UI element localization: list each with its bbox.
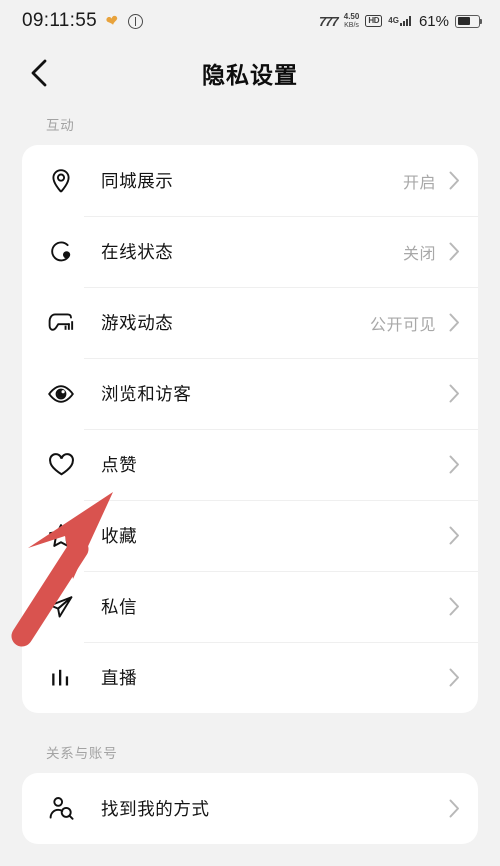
row-label: 直播 [101,668,138,688]
status-bar: 09:11:55 ❤ 777 4.50 KB/s HD 4G 61% [0,0,500,42]
battery-percent-label: 61% [418,12,449,30]
chevron-right-icon [449,526,460,545]
person-search-icon [44,796,78,821]
status-bar-right: 777 4.50 KB/s HD 4G 61% [319,12,483,30]
signal-strength-icon: 777 [319,13,339,29]
nav-bar: 隐私设置 [0,42,500,104]
settings-card-relationships: 找到我的方式 [22,773,478,844]
settings-card-interaction: 同城展示 开启 在线状态 关闭 游戏动态 公开可见 浏览和访客 点赞 收藏 私信… [22,145,478,713]
row-label: 游戏动态 [101,313,174,333]
row-value: 开启 [402,174,436,192]
row-direct-messages[interactable]: 私信 [22,571,478,642]
data-rate-indicator: 4.50 KB/s [343,12,360,29]
row-label: 同城展示 [101,171,174,191]
network-indicator: 4G [388,16,411,26]
chevron-right-icon [449,171,460,190]
online-status-icon [44,239,78,264]
page-title: 隐私设置 [202,62,298,88]
row-live-streaming[interactable]: 直播 [22,642,478,713]
row-favorites[interactable]: 收藏 [22,500,478,571]
chevron-right-icon [449,455,460,474]
live-bars-icon [44,667,78,689]
chevron-right-icon [449,799,460,818]
battery-icon [455,14,483,28]
row-game-activity[interactable]: 游戏动态 公开可见 [22,287,478,358]
data-rate-value: 4.50 [343,12,360,22]
status-time: 09:11:55 [22,10,97,31]
row-label: 浏览和访客 [101,384,192,404]
status-bar-left: 09:11:55 ❤ [22,10,143,32]
back-chevron-icon [31,59,47,87]
row-label: 私信 [101,597,138,617]
back-button[interactable] [22,56,56,90]
signal-bars-icon [399,16,411,26]
row-ways-to-find-me[interactable]: 找到我的方式 [22,773,478,844]
row-value: 公开可见 [369,316,436,334]
row-label: 收藏 [101,526,138,546]
gamepad-icon [44,312,78,333]
row-same-city-display[interactable]: 同城展示 开启 [22,145,478,216]
chevron-right-icon [449,668,460,687]
row-browsing-and-visitors[interactable]: 浏览和访客 [22,358,478,429]
paper-plane-icon [44,595,78,619]
star-outline-icon [44,523,78,548]
section-label-relationships-account: 关系与账号 [46,746,118,761]
row-value: 关闭 [402,245,436,263]
row-label: 点赞 [101,455,138,475]
row-online-status[interactable]: 在线状态 关闭 [22,216,478,287]
location-pin-icon [44,168,78,194]
chevron-right-icon [449,597,460,616]
data-rate-unit: KB/s [344,21,359,29]
row-likes[interactable]: 点赞 [22,429,478,500]
network-type-label: 4G [388,16,399,25]
chevron-right-icon [449,242,460,261]
pause-circle-icon [127,13,143,29]
row-label: 找到我的方式 [101,799,210,819]
eye-icon [44,384,78,404]
chevron-right-icon [449,384,460,403]
chevron-right-icon [449,313,460,332]
section-label-interaction: 互动 [46,118,75,133]
heart-icon: ❤ [104,11,121,31]
hd-badge-icon: HD [365,14,383,28]
row-label: 在线状态 [101,242,174,262]
heart-outline-icon [44,452,78,477]
